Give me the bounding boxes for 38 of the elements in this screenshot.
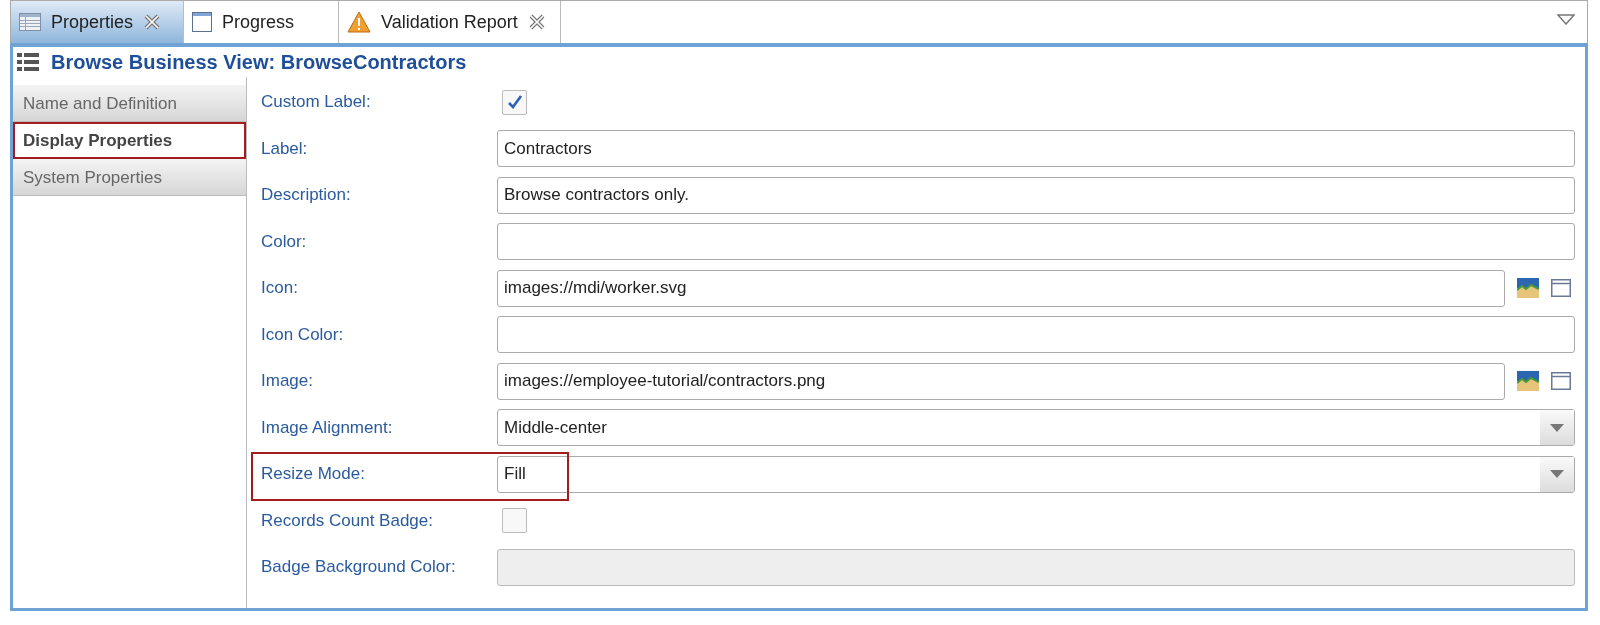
window-icon[interactable]: [1551, 372, 1571, 391]
section-tab[interactable]: Display Properties: [13, 122, 246, 159]
warning-icon: [347, 11, 372, 33]
field-label: Custom Label:: [261, 92, 372, 113]
field-label: Records Count Badge:: [261, 510, 434, 531]
field-label: Icon:: [261, 278, 299, 299]
text-field[interactable]: [497, 223, 1575, 261]
text-field[interactable]: Contractors: [497, 130, 1575, 168]
caret-icon[interactable]: [1550, 423, 1564, 432]
text-field[interactable]: images://mdi/worker.svg: [497, 269, 1505, 307]
field-label: Description:: [261, 185, 352, 206]
caret-icon[interactable]: [1550, 470, 1564, 479]
table-icon: [19, 13, 41, 31]
field-label: Image:: [261, 371, 314, 392]
text-field[interactable]: Browse contractors only.: [497, 176, 1575, 214]
section-tab[interactable]: System Properties: [13, 159, 246, 196]
field-label: Color:: [261, 231, 308, 252]
list-icon: [17, 53, 39, 71]
view-title: Browse Business View: BrowseContractors: [51, 50, 467, 74]
checkmark-icon: [506, 94, 523, 111]
text-field[interactable]: [497, 316, 1575, 354]
window-icon: [192, 12, 213, 32]
field-label: Resize Mode:: [261, 464, 366, 485]
view-tab[interactable]: Properties: [11, 1, 185, 43]
dropdown[interactable]: Middle-center: [497, 409, 1575, 447]
field-label: Label:: [261, 138, 309, 159]
close-icon[interactable]: [527, 13, 546, 31]
field-label: Icon Color:: [261, 324, 345, 345]
text-field[interactable]: images://employee-tutorial/contractors.png: [497, 362, 1505, 400]
field-label: Image Alignment:: [261, 417, 394, 438]
close-icon[interactable]: [143, 13, 162, 31]
checkbox[interactable]: [502, 508, 527, 534]
window-icon[interactable]: [1551, 279, 1571, 298]
checkbox[interactable]: [502, 89, 527, 115]
dropdown[interactable]: Fill: [497, 455, 1575, 493]
field-label: Badge Background Color:: [261, 557, 457, 578]
view-menu-icon[interactable]: [1557, 14, 1575, 25]
section-tab[interactable]: Name and Definition: [13, 85, 246, 122]
